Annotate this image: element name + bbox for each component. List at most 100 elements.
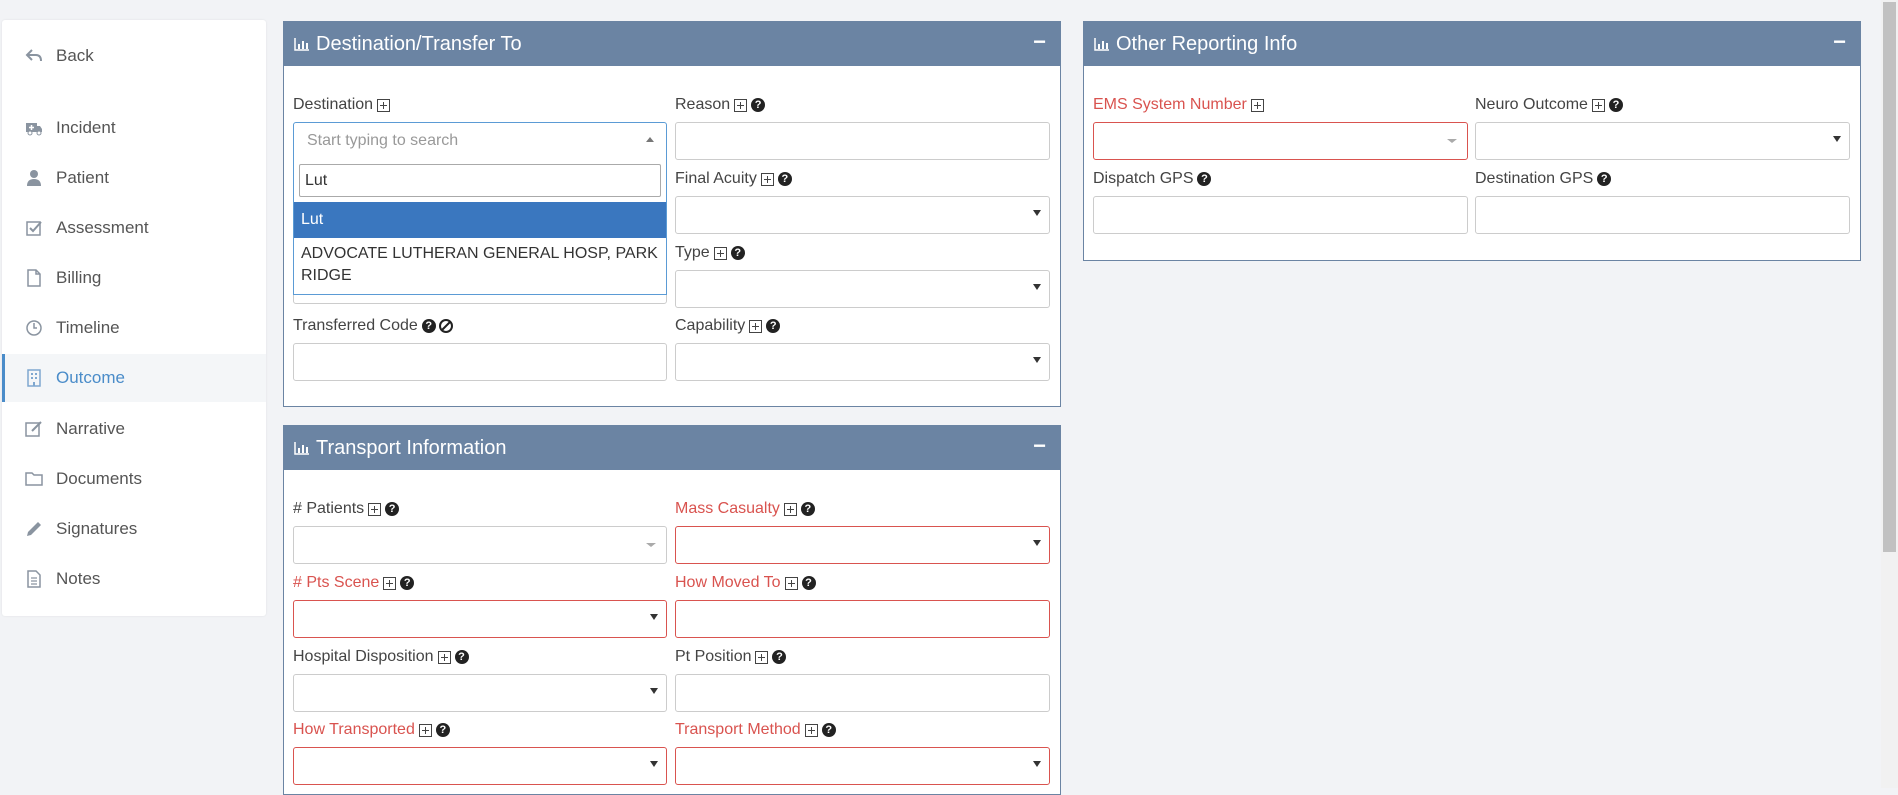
type-label: Type xyxy=(675,244,710,261)
sidebar-item-incident[interactable]: Incident xyxy=(2,104,266,152)
how-transported-select[interactable] xyxy=(293,747,667,785)
patients-select[interactable] xyxy=(293,526,667,564)
hospital-disposition-select[interactable] xyxy=(293,674,667,712)
page-scrollbar[interactable] xyxy=(1881,0,1898,788)
help-icon[interactable]: ? xyxy=(435,723,450,737)
help-icon[interactable]: ? xyxy=(400,576,415,590)
user-icon xyxy=(24,168,44,188)
expand-icon[interactable] xyxy=(784,576,798,590)
file-icon xyxy=(24,268,44,288)
ambulance-icon xyxy=(24,118,44,138)
help-icon[interactable]: ? xyxy=(1608,98,1623,112)
expand-icon[interactable] xyxy=(418,723,432,737)
dispatch-gps-input[interactable] xyxy=(1093,196,1468,234)
help-icon[interactable]: ? xyxy=(777,172,792,186)
expand-icon[interactable] xyxy=(1591,98,1605,112)
pts-scene-select[interactable] xyxy=(293,600,667,638)
pts-scene-field: # Pts Scene? xyxy=(293,573,415,593)
sidebar-item-billing[interactable]: Billing xyxy=(2,254,266,302)
transport-method-select[interactable] xyxy=(675,747,1050,785)
help-icon[interactable]: ? xyxy=(730,246,745,260)
expand-icon[interactable] xyxy=(713,246,727,260)
ban-icon[interactable] xyxy=(438,319,453,333)
destination-gps-label: Destination GPS xyxy=(1475,170,1594,187)
sidebar-item-narrative[interactable]: Narrative xyxy=(2,405,266,453)
neuro-outcome-select[interactable] xyxy=(1475,122,1850,160)
help-icon[interactable]: ? xyxy=(801,576,816,590)
chevron-down-icon xyxy=(1033,210,1041,216)
help-icon[interactable]: ? xyxy=(751,98,766,112)
expand-icon[interactable] xyxy=(804,723,818,737)
chevron-down-icon xyxy=(650,688,658,694)
type-select[interactable] xyxy=(675,270,1050,308)
ems-system-number-select[interactable] xyxy=(1093,122,1468,160)
expand-icon[interactable] xyxy=(383,576,397,590)
bar-chart-icon xyxy=(1094,38,1109,51)
sidebar-item-back[interactable]: Back xyxy=(2,32,266,80)
help-icon[interactable]: ? xyxy=(385,502,400,516)
sidebar-item-signatures[interactable]: Signatures xyxy=(2,505,266,553)
how-moved-to-field: How Moved To? xyxy=(675,573,816,593)
chevron-down-icon xyxy=(646,543,656,547)
mass-casualty-label: Mass Casualty xyxy=(675,500,780,517)
help-icon[interactable]: ? xyxy=(772,650,787,664)
collapse-button[interactable]: − xyxy=(1033,30,1046,54)
panel-title: Other Reporting Info xyxy=(1116,32,1298,55)
sidebar-item-label: Documents xyxy=(56,469,142,488)
help-icon[interactable]: ? xyxy=(821,723,836,737)
dropdown-option[interactable]: ADVOCATE LUTHERAN GENERAL HOSP, PARK RID… xyxy=(294,243,666,287)
sidebar-item-label: Narrative xyxy=(56,419,125,438)
destination-dropdown: Lut ADVOCATE LUTHERAN GENERAL HOSP, PARK… xyxy=(293,159,667,295)
help-icon[interactable]: ? xyxy=(1597,172,1612,186)
sidebar-item-label: Billing xyxy=(56,268,102,287)
scrollbar-thumb[interactable] xyxy=(1883,2,1896,552)
destination-search-input[interactable] xyxy=(299,164,661,197)
chevron-down-icon xyxy=(1833,136,1841,142)
mass-casualty-select[interactable] xyxy=(675,526,1050,564)
destination-gps-input[interactable] xyxy=(1475,196,1850,234)
help-icon[interactable]: ? xyxy=(800,502,815,516)
pt-position-input[interactable] xyxy=(675,674,1050,712)
expand-icon[interactable] xyxy=(1250,98,1264,112)
expand-icon[interactable] xyxy=(755,650,769,664)
chevron-down-icon xyxy=(1033,761,1041,767)
sidebar: Back Incident Patient Assessment Billing… xyxy=(2,20,266,616)
expand-icon[interactable] xyxy=(760,172,774,186)
capability-select[interactable] xyxy=(675,343,1050,381)
expand-icon[interactable] xyxy=(783,502,797,516)
help-icon[interactable]: ? xyxy=(454,650,469,664)
pencil-icon xyxy=(24,519,44,539)
destination-select[interactable]: Start typing to search xyxy=(293,122,667,160)
sidebar-item-timeline[interactable]: Timeline xyxy=(2,304,266,352)
sidebar-item-label: Notes xyxy=(56,569,101,588)
sidebar-item-patient[interactable]: Patient xyxy=(2,154,266,202)
expand-icon[interactable] xyxy=(437,650,451,664)
collapse-button[interactable]: − xyxy=(1833,30,1846,54)
neuro-outcome-field: Neuro Outcome? xyxy=(1475,95,1623,115)
sidebar-item-label: Timeline xyxy=(56,318,120,337)
neuro-outcome-label: Neuro Outcome xyxy=(1475,96,1588,113)
ems-system-number-label: EMS System Number xyxy=(1093,96,1247,113)
sidebar-item-assessment[interactable]: Assessment xyxy=(2,204,266,252)
collapse-button[interactable]: − xyxy=(1033,434,1046,458)
transferred-code-input[interactable] xyxy=(293,343,667,381)
reason-input[interactable] xyxy=(675,122,1050,160)
final-acuity-select[interactable] xyxy=(675,196,1050,234)
expand-icon[interactable] xyxy=(377,98,391,112)
expand-icon[interactable] xyxy=(749,319,763,333)
expand-icon[interactable] xyxy=(734,98,748,112)
help-icon[interactable]: ? xyxy=(1197,172,1212,186)
sidebar-item-documents[interactable]: Documents xyxy=(2,455,266,503)
checkbox-icon xyxy=(24,218,44,238)
how-moved-to-input[interactable] xyxy=(675,600,1050,638)
help-icon[interactable]: ? xyxy=(766,319,781,333)
expand-icon[interactable] xyxy=(368,502,382,516)
note-icon xyxy=(24,569,44,589)
panel-title: Destination/Transfer To xyxy=(316,32,522,55)
sidebar-item-outcome[interactable]: Outcome xyxy=(2,354,266,402)
dropdown-option[interactable]: Lut xyxy=(294,202,666,238)
help-icon[interactable]: ? xyxy=(421,319,436,333)
sidebar-item-notes[interactable]: Notes xyxy=(2,555,266,603)
how-moved-to-label: How Moved To xyxy=(675,574,781,591)
reason-field: Reason? xyxy=(675,95,766,115)
